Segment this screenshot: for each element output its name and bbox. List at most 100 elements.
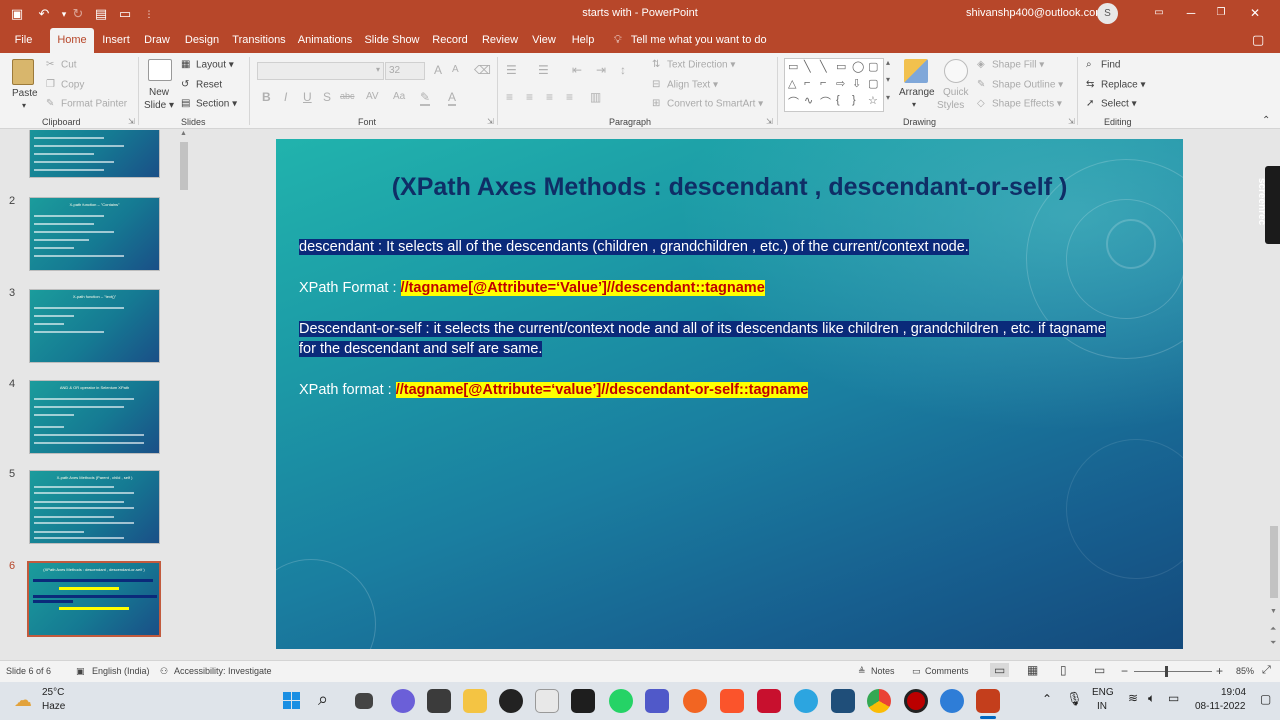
github-icon[interactable]	[499, 689, 523, 713]
descendant-or-self-format-line[interactable]: XPath format : //tagname[@Attribute=‘val…	[299, 380, 809, 400]
clear-format-icon[interactable]: ⌫	[474, 63, 491, 77]
underline-button[interactable]: U	[303, 90, 312, 104]
wifi-icon[interactable]: ≋	[1128, 691, 1138, 705]
justify-icon[interactable]: ≡	[566, 90, 573, 104]
temperature[interactable]: 25°C	[42, 687, 64, 698]
tab-design[interactable]: Design	[180, 28, 224, 53]
grow-font-icon[interactable]: A	[434, 63, 442, 77]
widgets-icon[interactable]	[427, 689, 451, 713]
convert-smartart-button[interactable]: ⊞ Convert to SmartArt ▾	[652, 98, 763, 110]
app-icon[interactable]	[757, 689, 781, 713]
paste-button[interactable]: Paste	[12, 88, 38, 99]
previous-slide-icon[interactable]: ⏶	[1270, 624, 1276, 634]
new-slide-button[interactable]: New	[149, 87, 169, 98]
gallery-up-icon[interactable]: ▴	[886, 58, 890, 67]
thumbnails-scrollbar[interactable]: ▲	[178, 130, 190, 660]
align-right-icon[interactable]: ≡	[546, 90, 553, 104]
connector-shape-icon[interactable]: ⌐	[820, 77, 826, 89]
decrease-indent-icon[interactable]: ⇤	[572, 63, 582, 77]
powerpoint-icon[interactable]	[976, 689, 1000, 713]
app-icon[interactable]	[831, 689, 855, 713]
accessibility-status[interactable]: Accessibility: Investigate	[174, 666, 272, 676]
layout-button[interactable]: ▦ Layout ▾	[181, 59, 234, 71]
slide-thumbnail-5[interactable]: X-path Axes Methods (Parent , child , se…	[29, 470, 160, 544]
comments-button[interactable]: Comments	[925, 666, 969, 676]
slide-thumbnail-1[interactable]	[29, 130, 160, 178]
ribbon-display-icon[interactable]: ▭	[1142, 3, 1176, 23]
align-left-icon[interactable]: ≡	[506, 90, 513, 104]
font-color-icon[interactable]: A	[448, 90, 457, 106]
shape-outline-button[interactable]: ✎ Shape Outline ▾	[977, 79, 1063, 91]
restore-icon[interactable]: ❐	[1204, 3, 1238, 23]
language-indicator[interactable]: English (India)	[92, 666, 150, 676]
font-name-box[interactable]	[257, 62, 384, 80]
comments-icon[interactable]: ▢	[1252, 32, 1264, 48]
teams-chat-icon[interactable]	[391, 689, 415, 713]
terminal-icon[interactable]	[571, 689, 595, 713]
brave-icon[interactable]	[720, 689, 744, 713]
zoom-slider-thumb[interactable]	[1165, 666, 1168, 677]
callout-shape-icon[interactable]: ▢	[868, 77, 878, 90]
slide-thumbnail-4[interactable]: AND & OR operator in Selenium XPath	[29, 380, 160, 454]
scrollbar-thumb[interactable]	[180, 142, 188, 190]
quick-styles-button[interactable]: Quick	[943, 87, 969, 98]
italic-button[interactable]: I	[284, 90, 287, 104]
tab-slide-show[interactable]: Slide Show	[362, 28, 422, 53]
tab-review[interactable]: Review	[478, 28, 522, 53]
show-hidden-icons[interactable]: ⌃	[1042, 692, 1052, 706]
zoom-slider[interactable]	[1134, 671, 1212, 672]
input-region[interactable]: IN	[1097, 701, 1107, 712]
arrow-down-shape-icon[interactable]: ⇩	[852, 77, 861, 90]
new-slide-label[interactable]: Slide ▾	[144, 100, 174, 111]
oval-shape-icon[interactable]: ◯	[852, 60, 864, 73]
slideshow-icon[interactable]: ▭	[1094, 663, 1105, 677]
tab-help[interactable]: Help	[566, 28, 600, 53]
descendant-or-self-definition[interactable]: Descendant-or-self : it selects the curr…	[299, 319, 1106, 339]
fit-slide-icon[interactable]: ⤢	[1262, 664, 1271, 677]
drawing-launcher-icon[interactable]: ⇲	[1068, 117, 1075, 126]
textbox-shape-icon[interactable]: ▭	[788, 60, 798, 73]
shadow-button[interactable]: S	[323, 90, 331, 104]
proofing-icon[interactable]: ▣	[76, 666, 85, 677]
avatar[interactable]: S	[1097, 3, 1118, 24]
slide-canvas[interactable]: (XPath Axes Methods : descendant , desce…	[276, 139, 1183, 649]
clock-time[interactable]: 19:04	[1221, 687, 1246, 698]
slide-thumbnail-6-selected[interactable]: (XPath Axes Methods : descendant , desce…	[27, 561, 161, 637]
rounded-rect-shape-icon[interactable]: ▢	[868, 60, 878, 73]
close-icon[interactable]: ✕	[1238, 3, 1272, 23]
shrink-font-icon[interactable]: A	[452, 64, 459, 75]
undo-icon[interactable]: ↶	[36, 6, 52, 22]
battery-icon[interactable]: ▭	[1168, 691, 1179, 705]
fit-to-window-icon[interactable]: ▭	[117, 6, 133, 22]
account-name[interactable]: shivanshp400@outlook.com	[966, 7, 1104, 19]
clipboard-launcher-icon[interactable]: ⇲	[128, 117, 135, 126]
strikethrough-button[interactable]: abc	[340, 91, 355, 101]
postman-icon[interactable]	[683, 689, 707, 713]
curve-shape-icon[interactable]: ∿	[804, 94, 813, 107]
customize-toolbar-icon[interactable]: ⋮	[141, 6, 157, 22]
notes-button[interactable]: Notes	[871, 666, 895, 676]
line-shape-icon[interactable]: ╲	[820, 60, 827, 73]
align-text-button[interactable]: ⊟ Align Text ▾	[652, 79, 718, 91]
increase-indent-icon[interactable]: ⇥	[596, 63, 606, 77]
arc-shape-icon[interactable]: ⌒	[820, 94, 831, 110]
rectangle-shape-icon[interactable]: ▭	[836, 60, 846, 73]
font-size-box[interactable]: 32	[385, 62, 425, 80]
copy-button[interactable]: ❐ Copy	[46, 79, 84, 91]
tab-view[interactable]: View	[528, 28, 560, 53]
paragraph-launcher-icon[interactable]: ⇲	[766, 117, 773, 126]
whatsapp-icon[interactable]	[609, 689, 633, 713]
paste-dropdown-icon[interactable]: ▾	[22, 101, 26, 110]
recorder-icon[interactable]	[904, 689, 928, 713]
microphone-icon[interactable]: 🎙︎	[1066, 691, 1083, 707]
line-spacing-icon[interactable]: ↕	[620, 63, 626, 77]
bold-button[interactable]: B	[262, 90, 271, 104]
search-icon[interactable]: ⌕	[318, 689, 328, 710]
task-view-icon[interactable]	[355, 693, 373, 709]
normal-view-icon[interactable]: ▭	[990, 663, 1010, 677]
align-center-icon[interactable]: ≡	[526, 90, 533, 104]
scroll-up-icon[interactable]: ▲	[180, 130, 187, 137]
select-button[interactable]: ➚ Select ▾	[1086, 98, 1137, 110]
connector-shape-icon[interactable]: ⌐	[804, 77, 810, 89]
weather-condition[interactable]: Haze	[42, 701, 65, 712]
